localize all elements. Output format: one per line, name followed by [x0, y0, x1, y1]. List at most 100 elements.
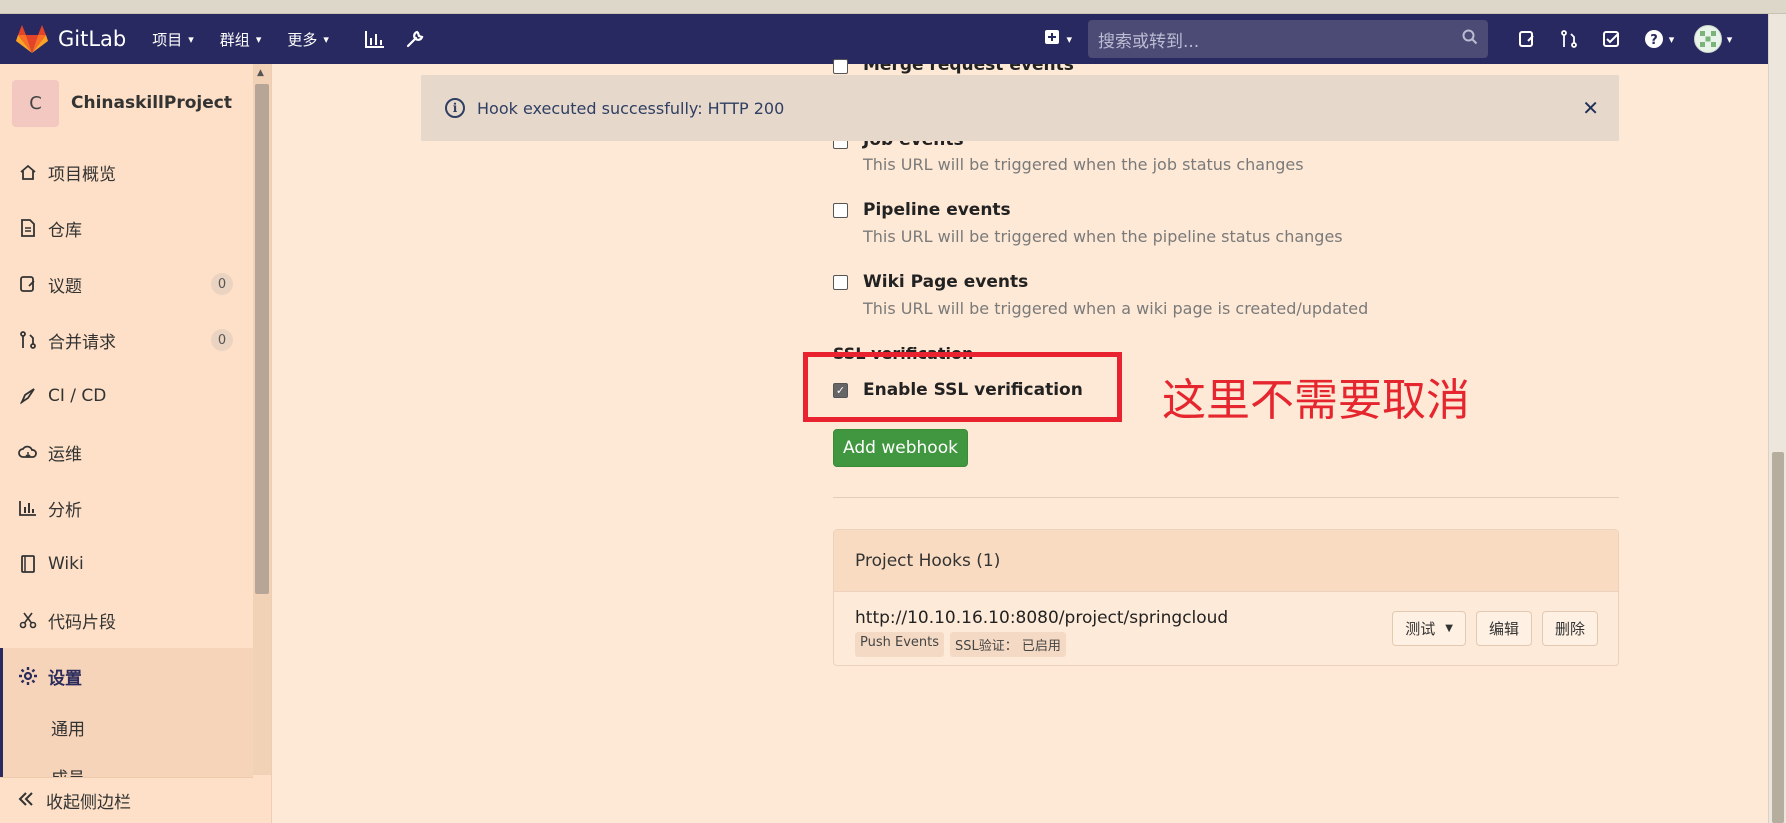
sidebar-item-repository[interactable]: 仓库	[0, 200, 253, 256]
project-hooks-title: Project Hooks (1)	[834, 530, 1618, 592]
project-name: ChinaskillProject	[71, 93, 232, 113]
issues-icon	[18, 274, 38, 294]
wrench-icon[interactable]	[395, 19, 435, 59]
divider	[833, 497, 1619, 498]
sidebar-item-issues[interactable]: 议题 0	[0, 256, 253, 312]
hook-tags: Push Events SSL验证： 已启用	[855, 632, 1072, 657]
nav-groups[interactable]: 群组 ▾	[220, 29, 262, 50]
chevron-down-icon: ▾	[1668, 32, 1675, 46]
sidebar-item-overview[interactable]: 项目概览	[0, 144, 253, 200]
sidebar-project[interactable]: C ChinaskillProject	[0, 74, 271, 132]
tanuki-icon	[16, 25, 48, 53]
merge-requests-count-badge: 0	[211, 329, 233, 351]
nav-groups-label: 群组	[219, 30, 250, 49]
scissors-icon	[18, 610, 38, 630]
info-icon: i	[445, 98, 465, 118]
sidebar-item-label: 项目概览	[48, 164, 116, 185]
issues-count-badge: 0	[211, 273, 233, 295]
svg-text:?: ?	[1650, 33, 1658, 48]
nav-more-label: 更多	[287, 30, 318, 49]
sidebar-item-operations[interactable]: 运维	[0, 424, 253, 480]
nav-projects[interactable]: 项目 ▾	[152, 29, 194, 50]
sidebar-item-label: 仓库	[48, 220, 82, 241]
cloud-icon	[18, 442, 38, 462]
add-webhook-button[interactable]: Add webhook	[833, 429, 968, 467]
sidebar-item-label: 运维	[48, 444, 82, 465]
plus-square-icon	[1044, 29, 1060, 49]
sidebar-item-settings[interactable]: 设置	[0, 648, 253, 704]
merge-request-icon	[18, 330, 38, 350]
sidebar-item-analytics[interactable]: 分析	[0, 480, 253, 536]
chevron-down-icon: ▾	[1726, 32, 1733, 46]
wiki-page-events-label: Wiki Page events	[863, 272, 1029, 292]
scroll-up-arrow-icon[interactable]: ▲	[257, 68, 264, 78]
top-navbar: GitLab 项目 ▾ 群组 ▾ 更多 ▾ ▾ 搜索或转到... ? ▾ ▾	[0, 14, 1768, 64]
chevron-down-icon: ▾	[1066, 32, 1072, 46]
pipeline-events-description: This URL will be triggered when the pipe…	[863, 227, 1343, 246]
collapse-sidebar-button[interactable]: 收起侧边栏	[0, 777, 253, 823]
search-icon	[1462, 29, 1478, 50]
sidebar-subitem-general[interactable]: 通用	[0, 704, 253, 750]
help-icon[interactable]: ? ▾	[1632, 18, 1686, 60]
test-hook-dropdown-button[interactable]: 测试 ▼	[1392, 611, 1466, 646]
pipeline-events-checkbox[interactable]	[833, 203, 848, 218]
close-icon[interactable]: ✕	[1582, 96, 1599, 120]
test-hook-label: 测试	[1405, 620, 1436, 638]
sidebar-item-label: Wiki	[48, 554, 84, 574]
annotation-highlight-box	[803, 352, 1122, 422]
issues-icon[interactable]	[1506, 18, 1548, 60]
todo-check-icon[interactable]	[1590, 18, 1632, 60]
gitlab-logo[interactable]: GitLab	[16, 24, 126, 54]
sidebar-item-wiki[interactable]: Wiki	[0, 536, 253, 592]
merge-request-icon[interactable]	[1548, 18, 1590, 60]
edit-hook-button[interactable]: 编辑	[1475, 611, 1532, 646]
main-content: Merge request events Job events This URL…	[272, 59, 1768, 823]
sidebar-item-label: CI / CD	[48, 386, 107, 406]
sidebar-item-label: 合并请求	[48, 332, 116, 353]
caret-down-icon: ▼	[1445, 623, 1453, 634]
sidebar-item-merge-requests[interactable]: 合并请求 0	[0, 312, 253, 368]
wiki-page-events-checkbox[interactable]	[833, 275, 848, 290]
job-events-description: This URL will be triggered when the job …	[863, 155, 1304, 174]
hook-actions: 测试 ▼ 编辑 删除	[1382, 611, 1598, 646]
pipeline-events-label: Pipeline events	[863, 200, 1011, 220]
hook-url: http://10.10.16.10:8080/project/springcl…	[855, 608, 1229, 628]
search-input[interactable]: 搜索或转到...	[1088, 20, 1488, 58]
sidebar-scrollbar-thumb[interactable]	[255, 84, 269, 594]
navbar-right: ▾ 搜索或转到... ? ▾ ▾	[1044, 14, 1740, 64]
activity-chart-icon[interactable]	[355, 19, 395, 59]
flash-notice: i Hook executed successfully: HTTP 200 ✕	[421, 75, 1619, 141]
gear-icon	[18, 666, 38, 686]
flash-message: Hook executed successfully: HTTP 200	[477, 98, 785, 118]
page-scrollbar[interactable]	[1768, 14, 1786, 823]
delete-hook-button[interactable]: 删除	[1541, 611, 1598, 646]
hook-tag-push-events: Push Events	[855, 632, 945, 657]
project-hooks-panel: Project Hooks (1) http://10.10.16.10:808…	[833, 529, 1619, 666]
nav-menu: 项目 ▾ 群组 ▾ 更多 ▾	[152, 29, 355, 50]
home-icon	[18, 162, 38, 182]
page-scrollbar-thumb[interactable]	[1772, 452, 1784, 823]
sidebar-item-snippets[interactable]: 代码片段	[0, 592, 253, 648]
sidebar-scrollbar[interactable]: ▲	[253, 64, 271, 775]
sidebar-subitem-members[interactable]: 成员	[0, 750, 253, 780]
new-dropdown-button[interactable]: ▾	[1044, 29, 1072, 49]
nav-more[interactable]: 更多 ▾	[287, 29, 329, 50]
sidebar-item-ci-cd[interactable]: CI / CD	[0, 368, 253, 424]
avatar	[1693, 25, 1722, 53]
collapse-sidebar-label: 收起侧边栏	[46, 793, 131, 813]
merge-request-events-checkbox[interactable]	[833, 59, 848, 74]
sidebar-item-label: 分析	[48, 500, 82, 521]
document-icon	[18, 218, 38, 238]
chevron-down-icon: ▾	[255, 32, 262, 46]
browser-bar	[0, 0, 1786, 14]
nav-projects-label: 项目	[152, 30, 183, 49]
app-name: GitLab	[58, 27, 127, 51]
project-avatar: C	[12, 79, 59, 127]
user-menu[interactable]: ▾	[1686, 18, 1740, 60]
book-icon	[18, 554, 38, 574]
chevron-down-icon: ▾	[188, 32, 194, 46]
rocket-icon	[18, 386, 38, 406]
annotation-text: 这里不需要取消	[1162, 375, 1470, 426]
project-sidebar: C ChinaskillProject 项目概览 仓库 议题 0 合并请求 0 …	[0, 64, 272, 823]
sidebar-nav: 项目概览 仓库 议题 0 合并请求 0 CI / CD 运维 分析 Wiki 代…	[0, 144, 271, 780]
